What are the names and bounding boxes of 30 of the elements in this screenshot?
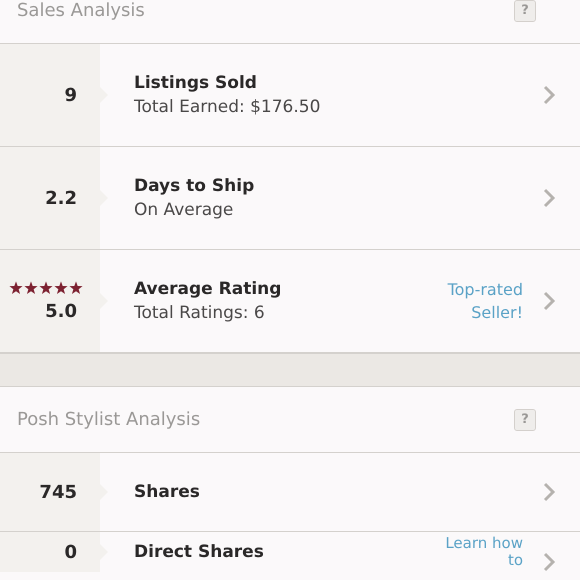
- stat-title: Shares: [134, 482, 201, 502]
- stat-title: Direct Shares: [134, 542, 265, 562]
- star-icon: [24, 280, 38, 294]
- star-icon: [9, 280, 23, 294]
- stat-row[interactable]: 2.2 Days to Ship On Average: [0, 147, 580, 250]
- star-icon: [39, 280, 53, 294]
- section-title: Posh Stylist Analysis: [17, 409, 200, 430]
- star-icon: [54, 280, 68, 294]
- chevron-right-icon: [543, 482, 555, 502]
- stat-row[interactable]: 5.0 Average Rating Total Ratings: 6 Top-rated Seller!: [0, 250, 580, 353]
- chevron-right-icon: [543, 291, 555, 311]
- chevron-right-icon: [543, 85, 555, 105]
- stat-value: 5.0: [45, 300, 77, 322]
- chevron-right-icon: [543, 552, 555, 572]
- section-title: Sales Analysis: [17, 0, 145, 21]
- stat-title: Days to Ship: [134, 176, 256, 196]
- chevron-right-icon: [543, 188, 555, 208]
- stat-subtitle: Total Earned: $176.50: [134, 97, 322, 117]
- stat-value: 2.2: [45, 188, 77, 208]
- stat-value: 9: [64, 84, 77, 106]
- stat-row[interactable]: 0 Direct Shares Learn how to: [0, 532, 580, 572]
- stat-title: Average Rating: [134, 279, 282, 299]
- stat-title: Listings Sold: [134, 73, 258, 93]
- stat-row[interactable]: 745 Shares: [0, 453, 580, 532]
- stat-subtitle: Total Ratings: 6: [134, 303, 266, 323]
- stat-row[interactable]: 9 Listings Sold Total Earned: $176.50: [0, 44, 580, 147]
- stat-value: 0: [64, 542, 77, 563]
- stat-value: 745: [39, 482, 77, 502]
- stat-subtitle: On Average: [134, 200, 234, 220]
- star-icon: [69, 280, 83, 294]
